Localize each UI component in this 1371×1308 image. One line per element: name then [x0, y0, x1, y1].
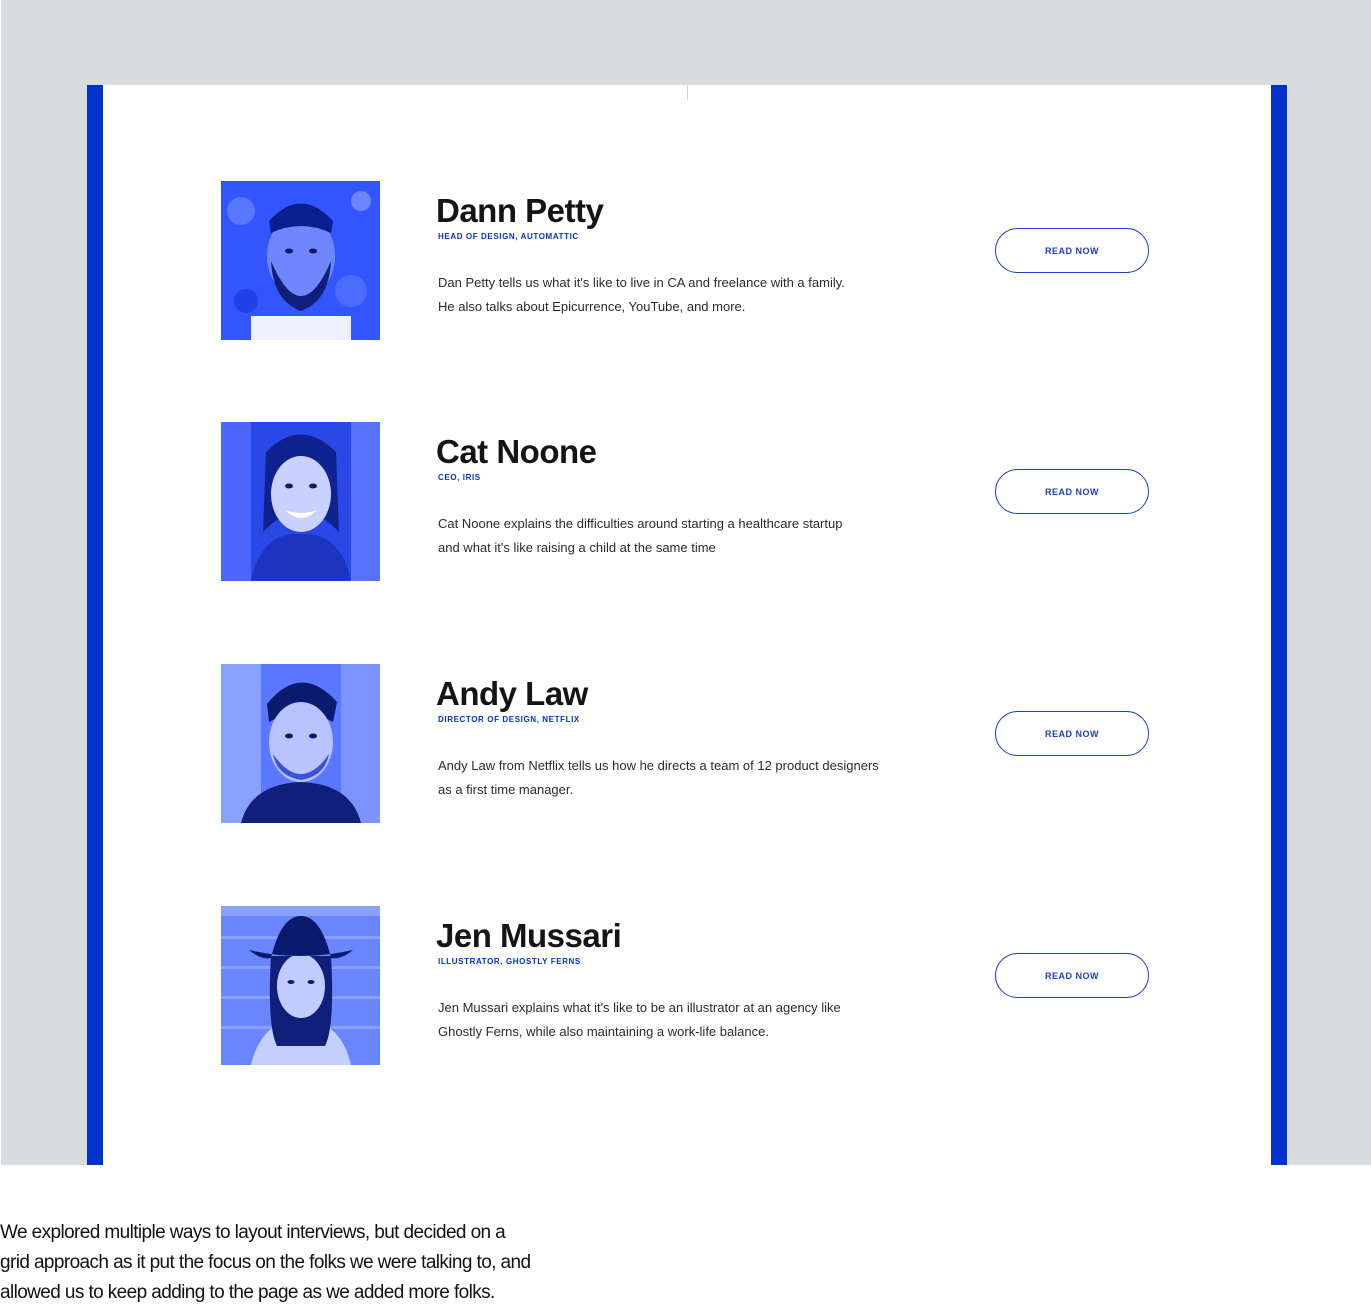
- description-line: as a first time manager.: [438, 781, 574, 797]
- read-now-button[interactable]: READ NOW: [995, 228, 1149, 273]
- description-line: Ghostly Ferns, while also maintaining a …: [438, 1023, 769, 1039]
- interviews-page-frame: Dann Petty HEAD OF DESIGN, AUTOMATTIC Da…: [87, 85, 1287, 1165]
- interviewee-role: CEO, IRIS: [438, 473, 481, 482]
- mockup-backdrop: Dann Petty HEAD OF DESIGN, AUTOMATTIC Da…: [1, 0, 1371, 1165]
- read-now-button[interactable]: READ NOW: [995, 469, 1149, 514]
- case-study-caption: We explored multiple ways to layout inte…: [0, 1218, 600, 1308]
- interview-card-jen-mussari: Jen Mussari ILLUSTRATOR, GHOSTLY FERNS J…: [221, 906, 1151, 1066]
- interviewee-role: ILLUSTRATOR, GHOSTLY FERNS: [438, 957, 581, 966]
- avatar-photo: [221, 664, 380, 823]
- divider-line: [687, 85, 688, 100]
- interview-description: Jen Mussari explains what it's like to b…: [438, 996, 918, 1043]
- interview-card-andy-law: Andy Law DIRECTOR OF DESIGN, NETFLIX And…: [221, 664, 1151, 824]
- interviewee-name: Dann Petty: [436, 192, 604, 229]
- read-now-button[interactable]: READ NOW: [995, 711, 1149, 756]
- interview-card-dann-petty: Dann Petty HEAD OF DESIGN, AUTOMATTIC Da…: [221, 181, 1151, 341]
- avatar-photo: [221, 906, 380, 1065]
- interviewee-role: DIRECTOR OF DESIGN, NETFLIX: [438, 715, 580, 724]
- interview-card-cat-noone: Cat Noone CEO, IRIS Cat Noone explains t…: [221, 422, 1151, 582]
- interviewee-name: Cat Noone: [436, 433, 597, 470]
- avatar-photo: [221, 181, 380, 340]
- caption-line: We explored multiple ways to layout inte…: [0, 1222, 506, 1243]
- interview-description: Cat Noone explains the difficulties arou…: [438, 512, 918, 559]
- interviewee-name: Jen Mussari: [436, 917, 622, 954]
- description-line: Jen Mussari explains what it's like to b…: [438, 1000, 841, 1015]
- frame-accent-bar-left: [87, 85, 103, 1165]
- interview-description: Andy Law from Netflix tells us how he di…: [438, 754, 918, 801]
- interviewee-name: Andy Law: [436, 675, 588, 712]
- caption-line: allowed us to keep adding to the page as…: [0, 1282, 495, 1303]
- description-line: and what it's like raising a child at th…: [438, 539, 716, 555]
- description-line: Cat Noone explains the difficulties arou…: [438, 516, 843, 531]
- read-now-button[interactable]: READ NOW: [995, 953, 1149, 998]
- avatar-photo: [221, 422, 380, 581]
- frame-accent-bar-right: [1271, 85, 1287, 1165]
- description-line: Andy Law from Netflix tells us how he di…: [438, 758, 879, 773]
- description-line: He also talks about Epicurrence, YouTube…: [438, 298, 746, 314]
- caption-line: grid approach as it put the focus on the…: [0, 1252, 531, 1273]
- interviewee-role: HEAD OF DESIGN, AUTOMATTIC: [438, 232, 579, 241]
- interview-description: Dan Petty tells us what it's like to liv…: [438, 271, 918, 318]
- description-line: Dan Petty tells us what it's like to liv…: [438, 275, 845, 290]
